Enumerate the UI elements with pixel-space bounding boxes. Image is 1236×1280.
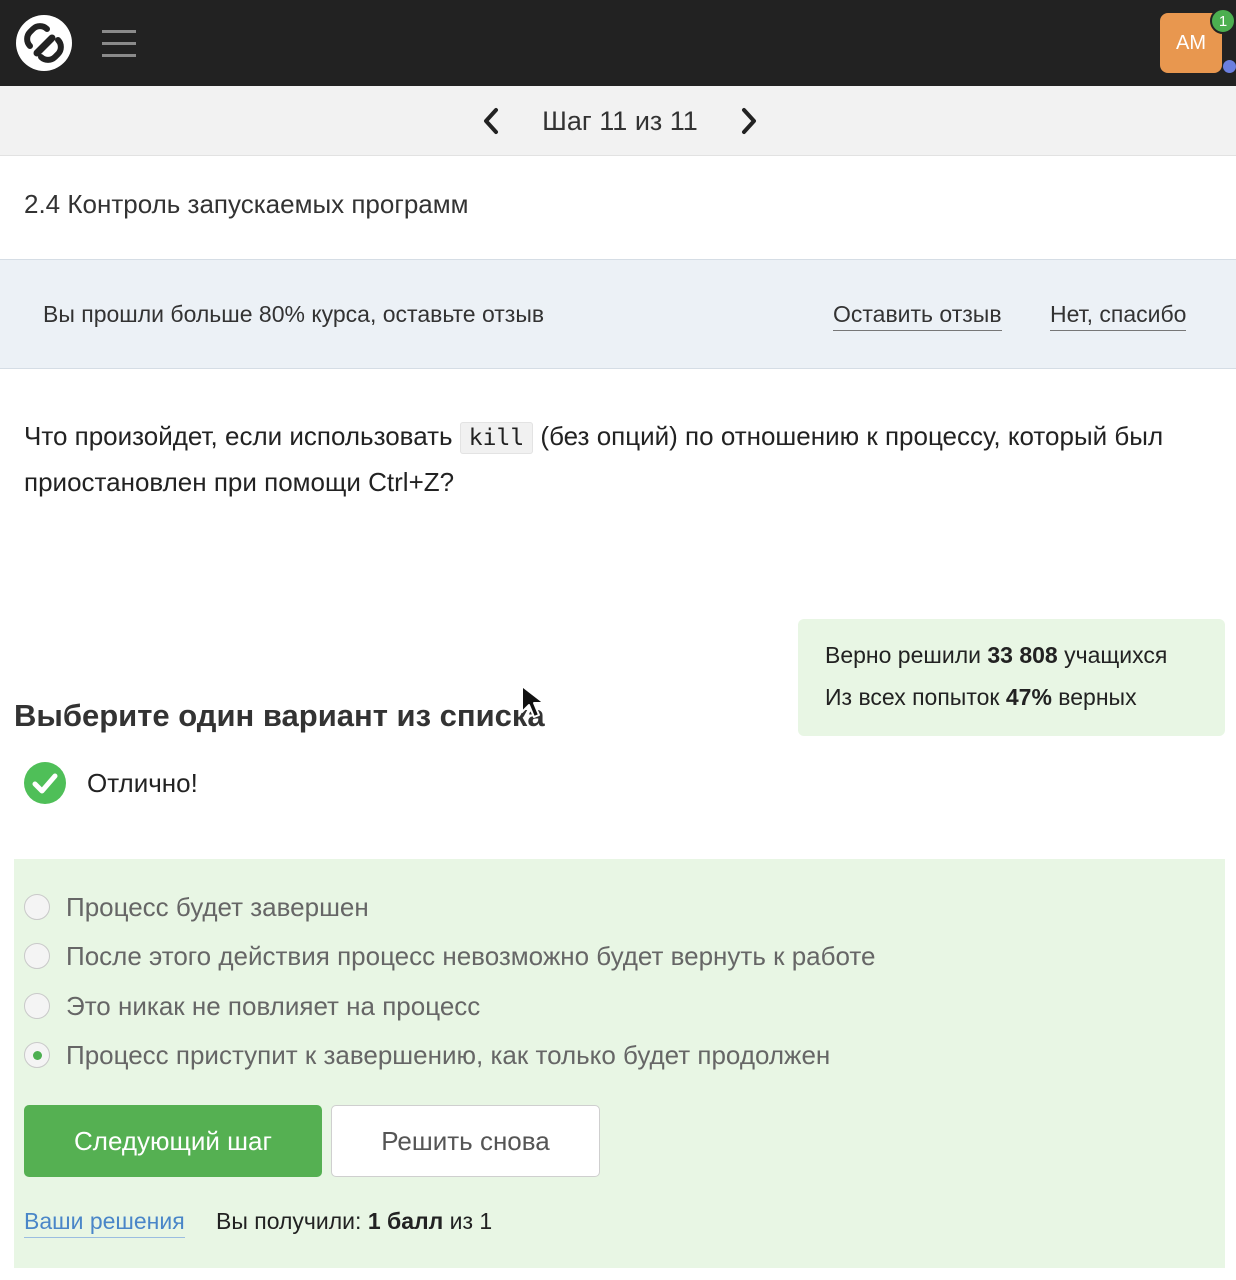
answer-option-label: Процесс будет завершен (66, 891, 369, 922)
step-navigation: Шаг 11 из 11 (0, 86, 1236, 156)
score-text: Вы получили: 1 балл из 1 (216, 1205, 492, 1237)
radio-button-selected[interactable] (24, 1042, 50, 1068)
top-bar (0, 0, 1236, 86)
attempts-stat-value: 47% (1005, 684, 1052, 710)
answers-panel: Процесс будет завершен После этого дейст… (14, 859, 1225, 1268)
answer-option[interactable]: После этого действия процесс невозможно … (24, 938, 875, 974)
radio-button[interactable] (24, 943, 50, 969)
step-counter: Шаг 11 из 11 (542, 106, 698, 136)
feedback-text: Вы прошли больше 80% курса, оставьте отз… (43, 301, 545, 327)
your-solutions-link[interactable]: Ваши решения (24, 1205, 185, 1238)
solved-stat-suffix: учащихся (1064, 642, 1168, 668)
stats-box: Верно решили 33 808 учащихся Из всех поп… (798, 619, 1225, 736)
quiz-title: Выберите один вариант из списка (14, 698, 545, 733)
score-value: 1 балл (367, 1208, 444, 1234)
chevron-right-icon[interactable] (734, 104, 764, 138)
leave-review-link[interactable]: Оставить отзыв (833, 298, 1002, 331)
lesson-title: 2.4 Контроль запускаемых программ (24, 189, 469, 219)
radio-button[interactable] (24, 894, 50, 920)
status-dot-icon (1223, 60, 1236, 73)
attempts-stat: Из всех попыток 47% верных (825, 681, 1137, 713)
score-suffix: из 1 (449, 1208, 493, 1234)
notification-badge[interactable]: 1 (1210, 8, 1236, 34)
solved-stat-value: 33 808 (987, 642, 1058, 668)
next-step-button[interactable]: Следующий шаг (24, 1105, 322, 1177)
retry-button[interactable]: Решить снова (331, 1105, 600, 1177)
attempts-stat-prefix: Из всех попыток (825, 684, 1000, 710)
radio-button[interactable] (24, 993, 50, 1019)
chevron-left-icon[interactable] (476, 104, 506, 138)
score-prefix: Вы получили: (216, 1208, 362, 1234)
answer-option-label: Процесс приступит к завершению, как толь… (66, 1039, 831, 1070)
question-text-before: Что произойдет, если использовать (24, 421, 453, 451)
stepik-logo-icon[interactable] (14, 13, 74, 73)
mouse-cursor-icon (521, 685, 545, 718)
solved-stat: Верно решили 33 808 учащихся (825, 639, 1167, 671)
code-snippet: kill (459, 422, 534, 454)
attempts-stat-suffix: верных (1058, 684, 1137, 710)
menu-icon[interactable] (102, 28, 136, 58)
feedback-banner: Вы прошли больше 80% курса, оставьте отз… (0, 259, 1236, 369)
check-circle-icon (24, 762, 66, 804)
answer-option[interactable]: Процесс будет завершен (24, 889, 369, 925)
answer-option[interactable]: Это никак не повлияет на процесс (24, 988, 480, 1024)
answer-option-label: После этого действия процесс невозможно … (66, 940, 876, 971)
no-thanks-link[interactable]: Нет, спасибо (1050, 298, 1187, 331)
answer-option-label: Это никак не повлияет на процесс (66, 990, 481, 1021)
question-text: Что произойдет, если использовать kill (… (24, 414, 1224, 504)
answer-option[interactable]: Процесс приступит к завершению, как толь… (24, 1037, 830, 1073)
solved-stat-prefix: Верно решили (825, 642, 981, 668)
result-message: Отлично! (87, 768, 198, 798)
